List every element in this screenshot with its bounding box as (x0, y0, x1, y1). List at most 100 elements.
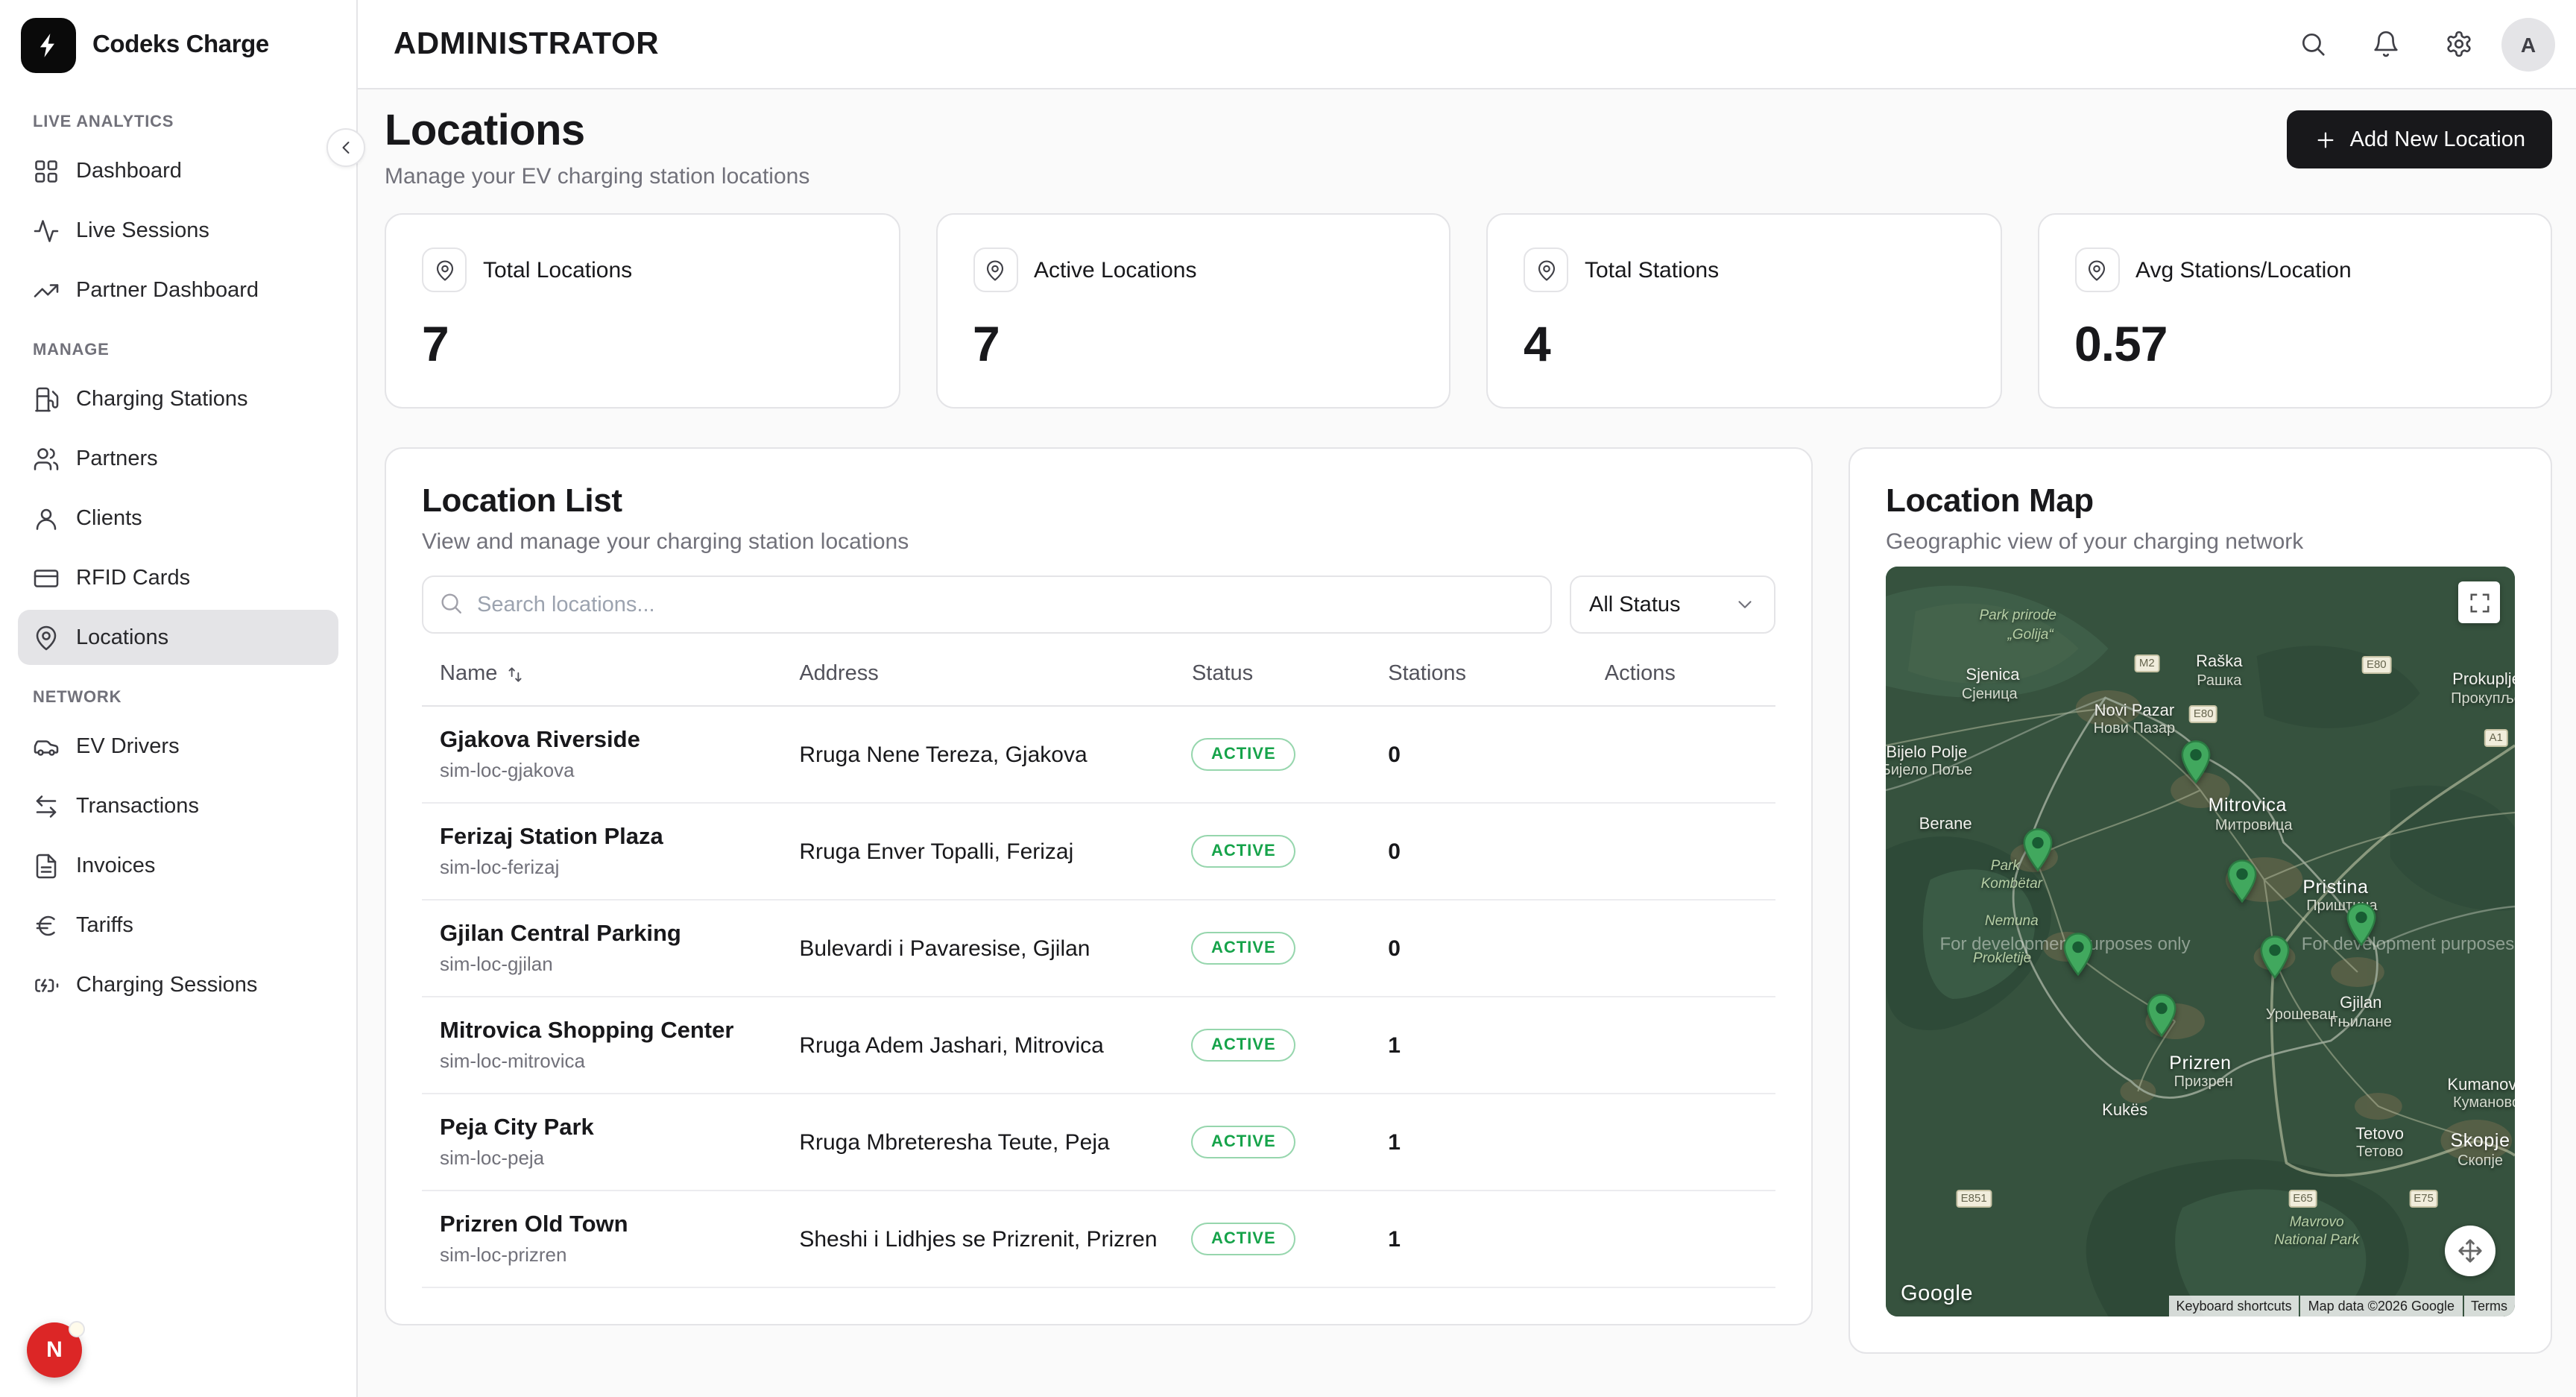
map-pin-marker[interactable] (2147, 994, 2178, 1038)
sidebar-item-charging-stations[interactable]: Charging Stations (18, 371, 338, 426)
location-id: sim-loc-peja (440, 1147, 775, 1169)
nav-section-network: NETWORK (33, 689, 323, 707)
sidebar-nav: LIVE ANALYTICS Dashboard Live Sessions P… (0, 113, 356, 1012)
panels-row: Location List View and manage your charg… (385, 447, 2552, 1354)
notifications-button[interactable] (2355, 14, 2415, 74)
location-actions (1593, 706, 1775, 803)
map-pan-button[interactable] (2445, 1226, 2496, 1276)
sidebar-item-tariffs[interactable]: Tariffs (18, 898, 338, 953)
map-place-label: „Golija“ (2007, 628, 2053, 644)
map-pin-marker[interactable] (2226, 860, 2258, 904)
sidebar-collapse-button[interactable] (326, 128, 365, 167)
map-pin-marker[interactable] (2179, 740, 2211, 785)
location-list-title: Location List (422, 482, 1775, 520)
stat-value: 4 (1524, 315, 1964, 374)
map-place-label: Прокупље (2451, 690, 2515, 707)
add-new-location-button[interactable]: Add New Location (2288, 110, 2552, 168)
map-place-label: Nemuna (1985, 914, 2039, 930)
floating-user-avatar[interactable]: N (27, 1322, 82, 1378)
keyboard-shortcuts-link[interactable]: Keyboard shortcuts (2169, 1296, 2299, 1316)
stat-card-total-stations: Total Stations 4 (1486, 213, 2001, 409)
sidebar-item-clients[interactable]: Clients (18, 491, 338, 546)
status-badge: ACTIVE (1192, 738, 1295, 771)
status-filter-select[interactable]: All Status (1570, 575, 1775, 634)
page-subtitle: Manage your EV charging station location… (385, 164, 809, 189)
page-header: Locations Manage your EV charging statio… (385, 107, 2552, 189)
map-place-label: Tetovo (2355, 1126, 2404, 1144)
map-place-label: Скопје (2457, 1154, 2503, 1170)
map-place-label: Призрен (2174, 1074, 2233, 1091)
map-place-label: Pristina (2302, 877, 2368, 898)
location-address: Rruga Nene Tereza, Gjakova (787, 706, 1180, 803)
location-stations: 0 (1376, 900, 1593, 997)
map-pin-marker[interactable] (2345, 901, 2376, 946)
sidebar-item-live-sessions[interactable]: Live Sessions (18, 203, 338, 258)
status-badge: ACTIVE (1192, 1029, 1295, 1062)
car-icon (33, 733, 60, 760)
sidebar-item-partner-dashboard[interactable]: Partner Dashboard (18, 262, 338, 318)
road-badge: E851 (1957, 1189, 1992, 1207)
settings-button[interactable] (2428, 14, 2488, 74)
sidebar-item-partners[interactable]: Partners (18, 431, 338, 486)
brand-logo-icon (21, 17, 76, 72)
search-button[interactable] (2282, 14, 2342, 74)
search-icon (2298, 30, 2326, 58)
sidebar-item-label: EV Drivers (76, 734, 180, 758)
stat-label: Total Stations (1585, 257, 1719, 283)
sidebar-item-locations[interactable]: Locations (18, 610, 338, 665)
terms-link[interactable]: Terms (2463, 1296, 2515, 1316)
sidebar-item-label: Charging Sessions (76, 973, 257, 997)
table-row[interactable]: Peja City Parksim-loc-pejaRruga Mbretere… (422, 1094, 1775, 1191)
map-place-label: Тетово (2356, 1145, 2403, 1161)
sort-icon (505, 664, 524, 684)
stat-card-total-locations: Total Locations 7 (385, 213, 900, 409)
location-address: Sheshi i Lidhjes se Prizrenit, Prizren (787, 1191, 1180, 1287)
column-header-status: Status (1180, 643, 1376, 706)
map-canvas[interactable]: Park prirode„Golija“SjenicaСјеницаRaškaР… (1886, 567, 2515, 1316)
main-content: Locations Manage your EV charging statio… (358, 89, 2576, 1397)
table-row[interactable]: Gjilan Central Parkingsim-loc-gjilanBule… (422, 900, 1775, 997)
road-badge: E75 (2409, 1190, 2438, 1208)
column-label: Name (440, 662, 497, 686)
map-place-label: Novi Pazar (2094, 701, 2175, 719)
table-row[interactable]: Ferizaj Station Plazasim-loc-ferizajRrug… (422, 803, 1775, 900)
map-pin-marker[interactable] (2062, 932, 2093, 977)
nav-section-manage: MANAGE (33, 341, 323, 359)
table-row[interactable]: Gjakova Riversidesim-loc-gjakovaRruga Ne… (422, 706, 1775, 803)
sidebar-item-dashboard[interactable]: Dashboard (18, 143, 338, 198)
map-pin-marker[interactable] (2022, 827, 2053, 872)
table-row[interactable]: Mitrovica Shopping Centersim-loc-mitrovi… (422, 997, 1775, 1094)
map-place-label: Park (1991, 858, 2020, 874)
table-row[interactable]: Prizren Old Town sim-loc-prizren Sheshi i … (422, 1191, 1775, 1287)
road-badge: E80 (2362, 657, 2391, 675)
location-id: sim-loc-prizren (440, 1243, 775, 1266)
column-header-actions: Actions (1593, 643, 1775, 706)
map-place-label: Sjenica (1966, 666, 2019, 684)
location-address: Bulevardi i Pavaresise, Gjilan (787, 900, 1180, 997)
chevron-left-icon (335, 137, 356, 158)
column-header-name[interactable]: Name (422, 643, 787, 706)
map-place-label: Нови Пазар (2094, 720, 2176, 737)
sidebar-item-charging-sessions[interactable]: Charging Sessions (18, 957, 338, 1012)
map-pin-icon (1524, 247, 1568, 292)
sidebar-item-ev-drivers[interactable]: EV Drivers (18, 719, 338, 774)
location-actions (1593, 900, 1775, 997)
map-pin-marker[interactable] (2259, 934, 2291, 979)
brand[interactable]: Codeks Charge (0, 0, 356, 89)
map-place-label: Урошевац (2266, 1007, 2336, 1024)
location-stations: 1 (1376, 1094, 1593, 1191)
location-name: Prizren Old Town (440, 1212, 775, 1239)
location-name: Ferizaj Station Plaza (440, 824, 775, 851)
page-title: Locations (385, 107, 809, 157)
sidebar-item-transactions[interactable]: Transactions (18, 778, 338, 833)
location-id: sim-loc-ferizaj (440, 856, 775, 878)
google-logo[interactable]: Google (1901, 1282, 1973, 1306)
sidebar-item-label: Tariffs (76, 913, 133, 937)
map-fullscreen-button[interactable] (2458, 581, 2500, 623)
user-avatar[interactable]: A (2501, 17, 2555, 71)
location-address: Rruga Adem Jashari, Mitrovica (787, 997, 1180, 1094)
sidebar-item-invoices[interactable]: Invoices (18, 838, 338, 893)
search-input[interactable] (422, 575, 1552, 634)
status-badge: ACTIVE (1192, 1223, 1295, 1255)
sidebar-item-rfid-cards[interactable]: RFID Cards (18, 550, 338, 605)
